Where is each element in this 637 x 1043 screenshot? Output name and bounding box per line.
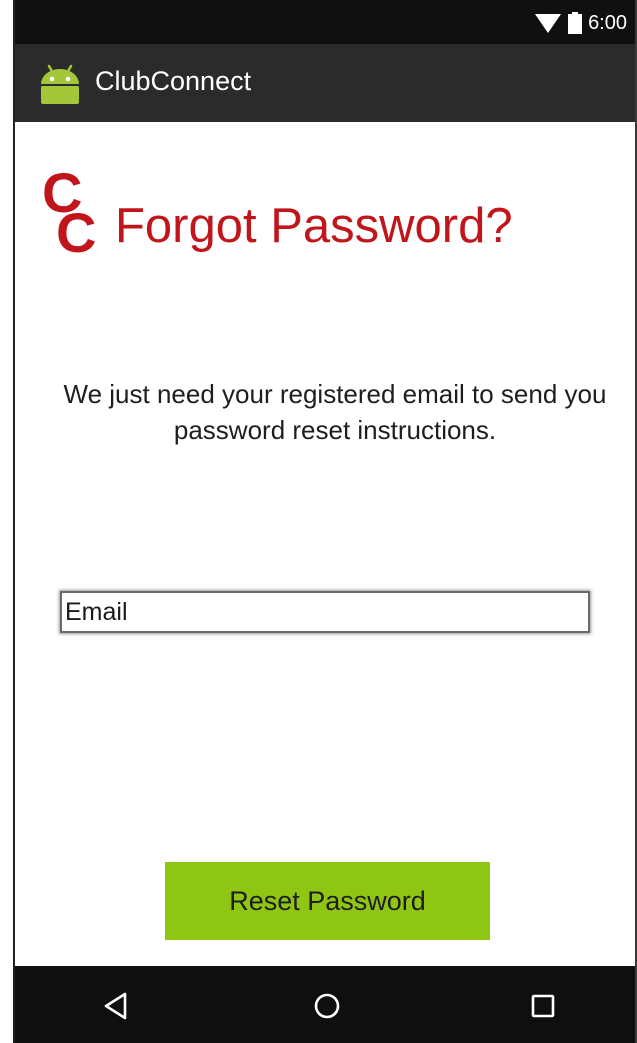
phone-screen: 6:00 ClubConnect C C Forgot Password? We… [15,0,635,1043]
wifi-icon [535,14,562,33]
svg-text:C: C [56,201,96,256]
app-title: ClubConnect [95,66,252,96]
status-icons: 6:00 [534,10,627,36]
email-input[interactable] [62,593,588,631]
status-bar: 6:00 [15,0,635,44]
email-field[interactable] [60,591,590,633]
navigation-bar [15,966,635,1043]
page-title: Forgot Password? [115,199,513,253]
battery-icon [568,12,583,34]
home-icon[interactable] [309,988,345,1024]
reset-password-button[interactable]: Reset Password [165,862,490,940]
recents-icon[interactable] [525,988,561,1024]
instructions-text: We just need your registered email to se… [63,379,607,445]
back-icon[interactable] [98,988,134,1024]
app-bar: ClubConnect [15,44,635,122]
android-icon [41,64,79,104]
clubconnect-logo: C C [42,161,96,256]
status-time: 6:00 [588,11,627,34]
left-margin [0,0,14,1043]
